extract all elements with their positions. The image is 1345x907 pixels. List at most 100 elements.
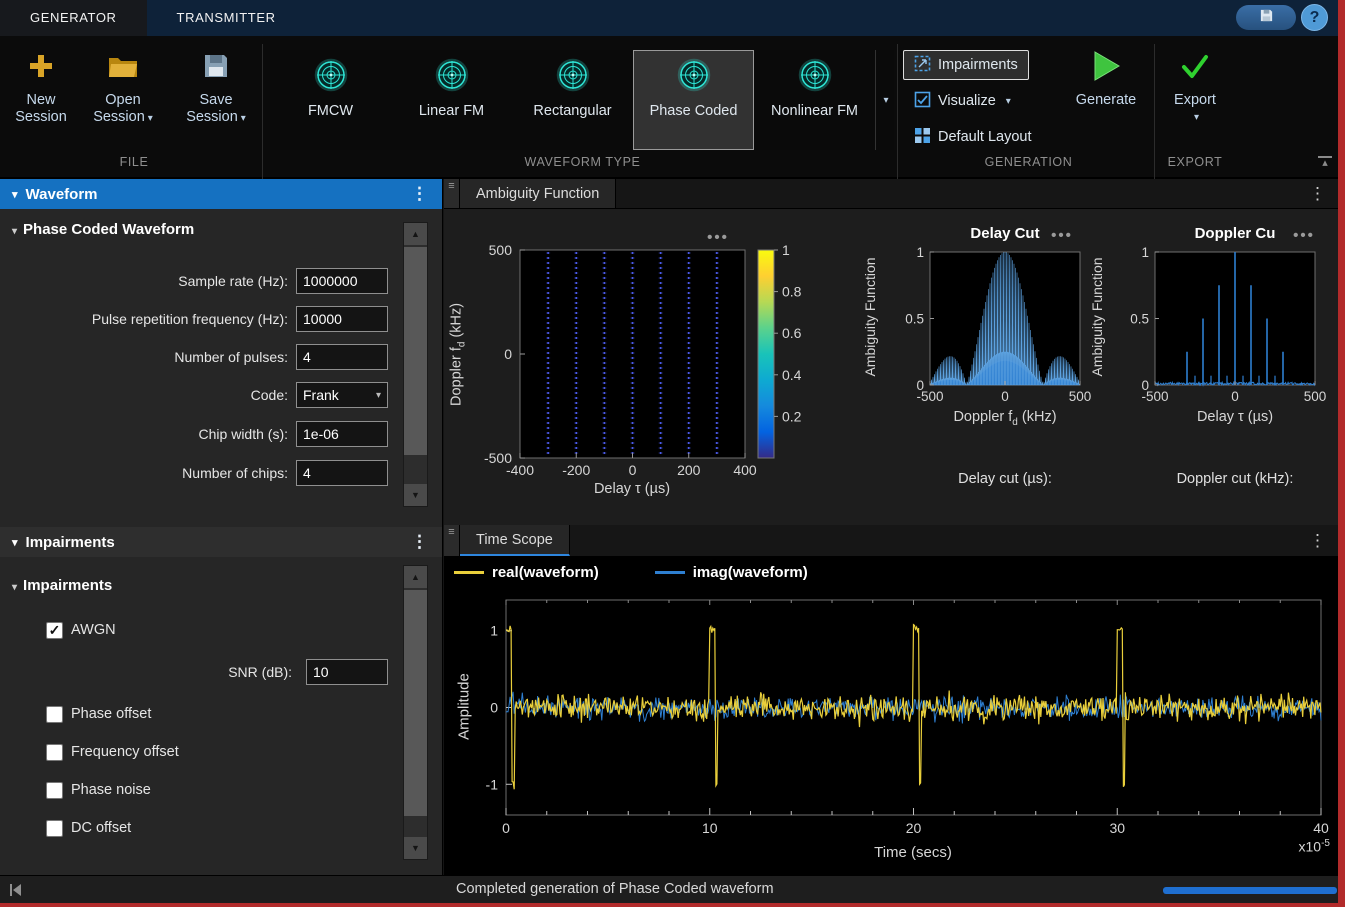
doppler-cut-caption: Doppler cut (kHz): — [1135, 471, 1335, 487]
export-button[interactable]: Export ▾ — [1158, 46, 1232, 158]
gallery-item-label: Rectangular — [533, 103, 611, 120]
frequency-offset-checkbox-row[interactable]: Frequency offset — [46, 739, 179, 765]
generate-button[interactable]: Generate — [1062, 46, 1150, 158]
phase-offset-checkbox[interactable] — [46, 706, 63, 723]
visualize-button[interactable]: Visualize ▾ — [903, 86, 1022, 116]
real-legend-label: real(waveform) — [492, 564, 599, 581]
scroll-down-button[interactable]: ▼ — [404, 484, 427, 506]
svg-text:400: 400 — [733, 462, 757, 478]
phase-noise-label: Phase noise — [71, 782, 151, 798]
collapse-toolstrip-icon[interactable]: ▴ — [1318, 156, 1332, 168]
code-label: Code: — [10, 382, 288, 408]
tab-ambiguity-function[interactable]: Ambiguity Function — [460, 179, 616, 208]
ambiguity-figure: 5000-500-400-20002004000.20.40.60.8100.5… — [444, 209, 1338, 525]
sample-rate-input[interactable] — [296, 268, 388, 294]
svg-text:0.6: 0.6 — [782, 325, 802, 341]
section-separator — [897, 44, 898, 184]
generate-play-icon — [1090, 46, 1122, 86]
frequency-offset-label: Frequency offset — [71, 744, 179, 760]
svg-text:-400: -400 — [506, 462, 534, 478]
waveform-type-fmcw[interactable]: FMCW — [270, 50, 391, 150]
waveform-panel-header[interactable]: ▾ Waveform ⋮ — [0, 179, 443, 209]
scrollbar-thumb[interactable] — [404, 247, 427, 455]
gallery-item-label: Nonlinear FM — [771, 103, 858, 120]
waveform-type-nonlinear-fm[interactable]: Nonlinear FM — [754, 50, 875, 150]
svg-text:-200: -200 — [562, 462, 590, 478]
new-session-label1: New — [26, 92, 55, 109]
open-session-label2: Session▾ — [93, 109, 153, 127]
num-chips-input[interactable] — [296, 460, 388, 486]
phase-offset-checkbox-row[interactable]: Phase offset — [46, 701, 151, 727]
plot-menu-icon[interactable]: ••• — [1282, 227, 1326, 244]
generation-section-label: GENERATION — [903, 155, 1154, 169]
panel-menu-icon[interactable]: ⋮ — [411, 532, 428, 552]
save-session-button[interactable]: Save Session▾ — [176, 46, 256, 158]
radar-waveform-icon — [435, 58, 469, 97]
awgn-checkbox-row[interactable]: AWGN — [46, 617, 116, 643]
tab-time-scope[interactable]: Time Scope — [460, 525, 570, 556]
impairments-label: Impairments — [938, 57, 1018, 73]
field-row: Code: Frank ▾ — [0, 382, 400, 408]
new-session-button[interactable]: New Session — [6, 46, 76, 158]
open-session-button[interactable]: Open Session▾ — [84, 46, 162, 158]
time-scope-plot: -101010203040 — [444, 557, 1338, 875]
svg-text:0: 0 — [1231, 389, 1239, 404]
field-row: Number of chips: — [0, 460, 400, 486]
tab-generator[interactable]: GENERATOR — [0, 0, 147, 36]
app-window: GENERATOR TRANSMITTER ? New Session Open… — [0, 0, 1345, 907]
impairments-scrollbar[interactable]: ▲ ▼ — [403, 565, 428, 860]
svg-text:1: 1 — [1141, 245, 1149, 260]
num-pulses-input[interactable] — [296, 344, 388, 370]
svg-text:1: 1 — [782, 242, 790, 258]
panel-grip-icon[interactable]: ≡ — [444, 525, 460, 556]
document-menu-icon[interactable]: ⋮ — [1309, 531, 1326, 551]
prf-input[interactable] — [296, 306, 388, 332]
delay-cut-xlabel: Doppler fd (kHz) — [905, 409, 1105, 428]
panel-grip-icon[interactable]: ≡ — [444, 179, 460, 208]
waveform-type-linear-fm[interactable]: Linear FM — [391, 50, 512, 150]
waveform-type-rectangular[interactable]: Rectangular — [512, 50, 633, 150]
default-layout-label: Default Layout — [938, 129, 1032, 145]
go-to-start-icon[interactable] — [8, 883, 24, 902]
time-scope-xlabel: Time (secs) — [813, 844, 1013, 861]
frequency-offset-checkbox[interactable] — [46, 744, 63, 761]
waveform-type-gallery: FMCW Linear FM Rectangular Phase Coded N… — [270, 50, 894, 150]
svg-text:-500: -500 — [1141, 389, 1168, 404]
radar-waveform-icon — [677, 58, 711, 97]
chip-width-input[interactable] — [296, 421, 388, 447]
waveform-scrollbar[interactable]: ▲ ▼ — [403, 222, 428, 507]
code-dropdown[interactable]: Frank ▾ — [296, 382, 388, 408]
help-button[interactable]: ? — [1301, 4, 1328, 31]
svg-text:0.5: 0.5 — [905, 312, 924, 327]
default-layout-button[interactable]: Default Layout — [903, 122, 1043, 152]
gallery-expand-button[interactable]: ▾ — [875, 50, 893, 150]
svg-text:500: 500 — [489, 242, 513, 258]
radar-waveform-icon — [798, 58, 832, 97]
dc-offset-checkbox-row[interactable]: DC offset — [46, 815, 131, 841]
chevron-down-icon: ▾ — [883, 95, 888, 106]
document-menu-icon[interactable]: ⋮ — [1309, 184, 1326, 204]
snr-input[interactable] — [306, 659, 388, 685]
impairments-toggle-button[interactable]: Impairments — [903, 50, 1029, 80]
time-scope-xscale: x10-5 — [1254, 838, 1330, 855]
time-scope-ylabel: Amplitude — [456, 607, 473, 807]
chevron-down-icon: ▾ — [148, 113, 153, 124]
impairments-panel-header[interactable]: ▾ Impairments ⋮ — [0, 527, 443, 557]
svg-text:0.8: 0.8 — [782, 284, 802, 300]
dc-offset-checkbox[interactable] — [46, 820, 63, 837]
quick-save-button[interactable] — [1236, 5, 1296, 30]
panel-menu-icon[interactable]: ⋮ — [411, 184, 428, 204]
scroll-up-button[interactable]: ▲ — [404, 566, 427, 588]
waveform-type-phase-coded[interactable]: Phase Coded — [633, 50, 754, 150]
plot-menu-icon[interactable]: ••• — [696, 229, 740, 246]
scroll-up-button[interactable]: ▲ — [404, 223, 427, 245]
phase-noise-checkbox[interactable] — [46, 782, 63, 799]
svg-text:500: 500 — [1069, 389, 1092, 404]
plot-menu-icon[interactable]: ••• — [1040, 227, 1084, 244]
awgn-checkbox[interactable] — [46, 622, 63, 639]
sample-rate-label: Sample rate (Hz): — [10, 268, 288, 294]
scroll-down-button[interactable]: ▼ — [404, 837, 427, 859]
tab-transmitter[interactable]: TRANSMITTER — [147, 0, 306, 36]
scrollbar-thumb[interactable] — [404, 590, 427, 816]
phase-noise-checkbox-row[interactable]: Phase noise — [46, 777, 151, 803]
